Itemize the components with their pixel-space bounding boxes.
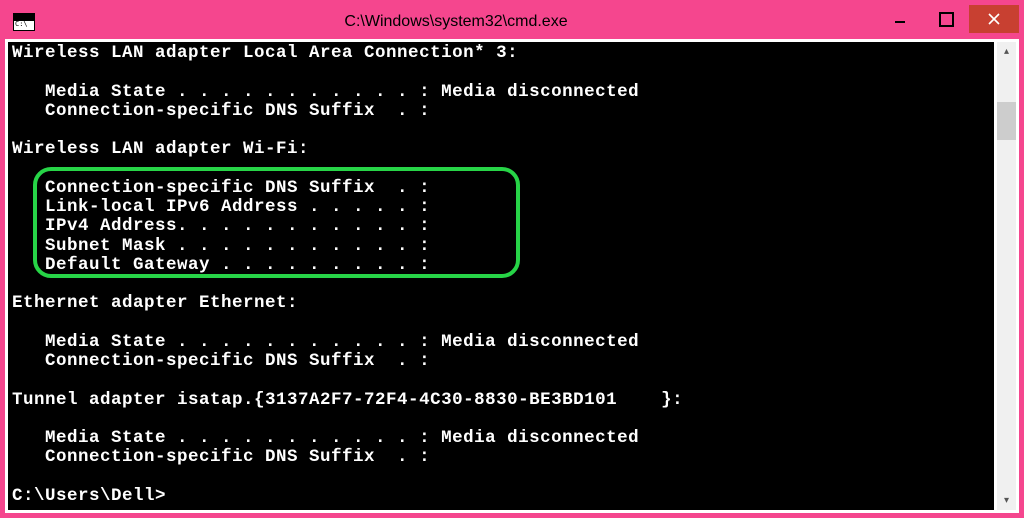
client-area: Wireless LAN adapter Local Area Connecti…	[5, 39, 1019, 513]
maximize-button[interactable]	[923, 5, 969, 33]
minimize-button[interactable]	[877, 5, 923, 33]
cmd-icon	[13, 13, 35, 31]
window-controls	[877, 5, 1019, 39]
close-button[interactable]	[969, 5, 1019, 33]
vertical-scrollbar[interactable]: ▴ ▾	[997, 42, 1016, 510]
scroll-thumb[interactable]	[997, 102, 1016, 140]
window-title: C:\Windows\system32\cmd.exe	[35, 13, 877, 31]
titlebar[interactable]: C:\Windows\system32\cmd.exe	[5, 5, 1019, 39]
scroll-down-arrow[interactable]: ▾	[997, 491, 1016, 510]
console-output[interactable]: Wireless LAN adapter Local Area Connecti…	[8, 42, 994, 510]
scroll-up-arrow[interactable]: ▴	[997, 42, 1016, 61]
command-prompt-window: C:\Windows\system32\cmd.exe Wireless LAN…	[5, 5, 1019, 513]
